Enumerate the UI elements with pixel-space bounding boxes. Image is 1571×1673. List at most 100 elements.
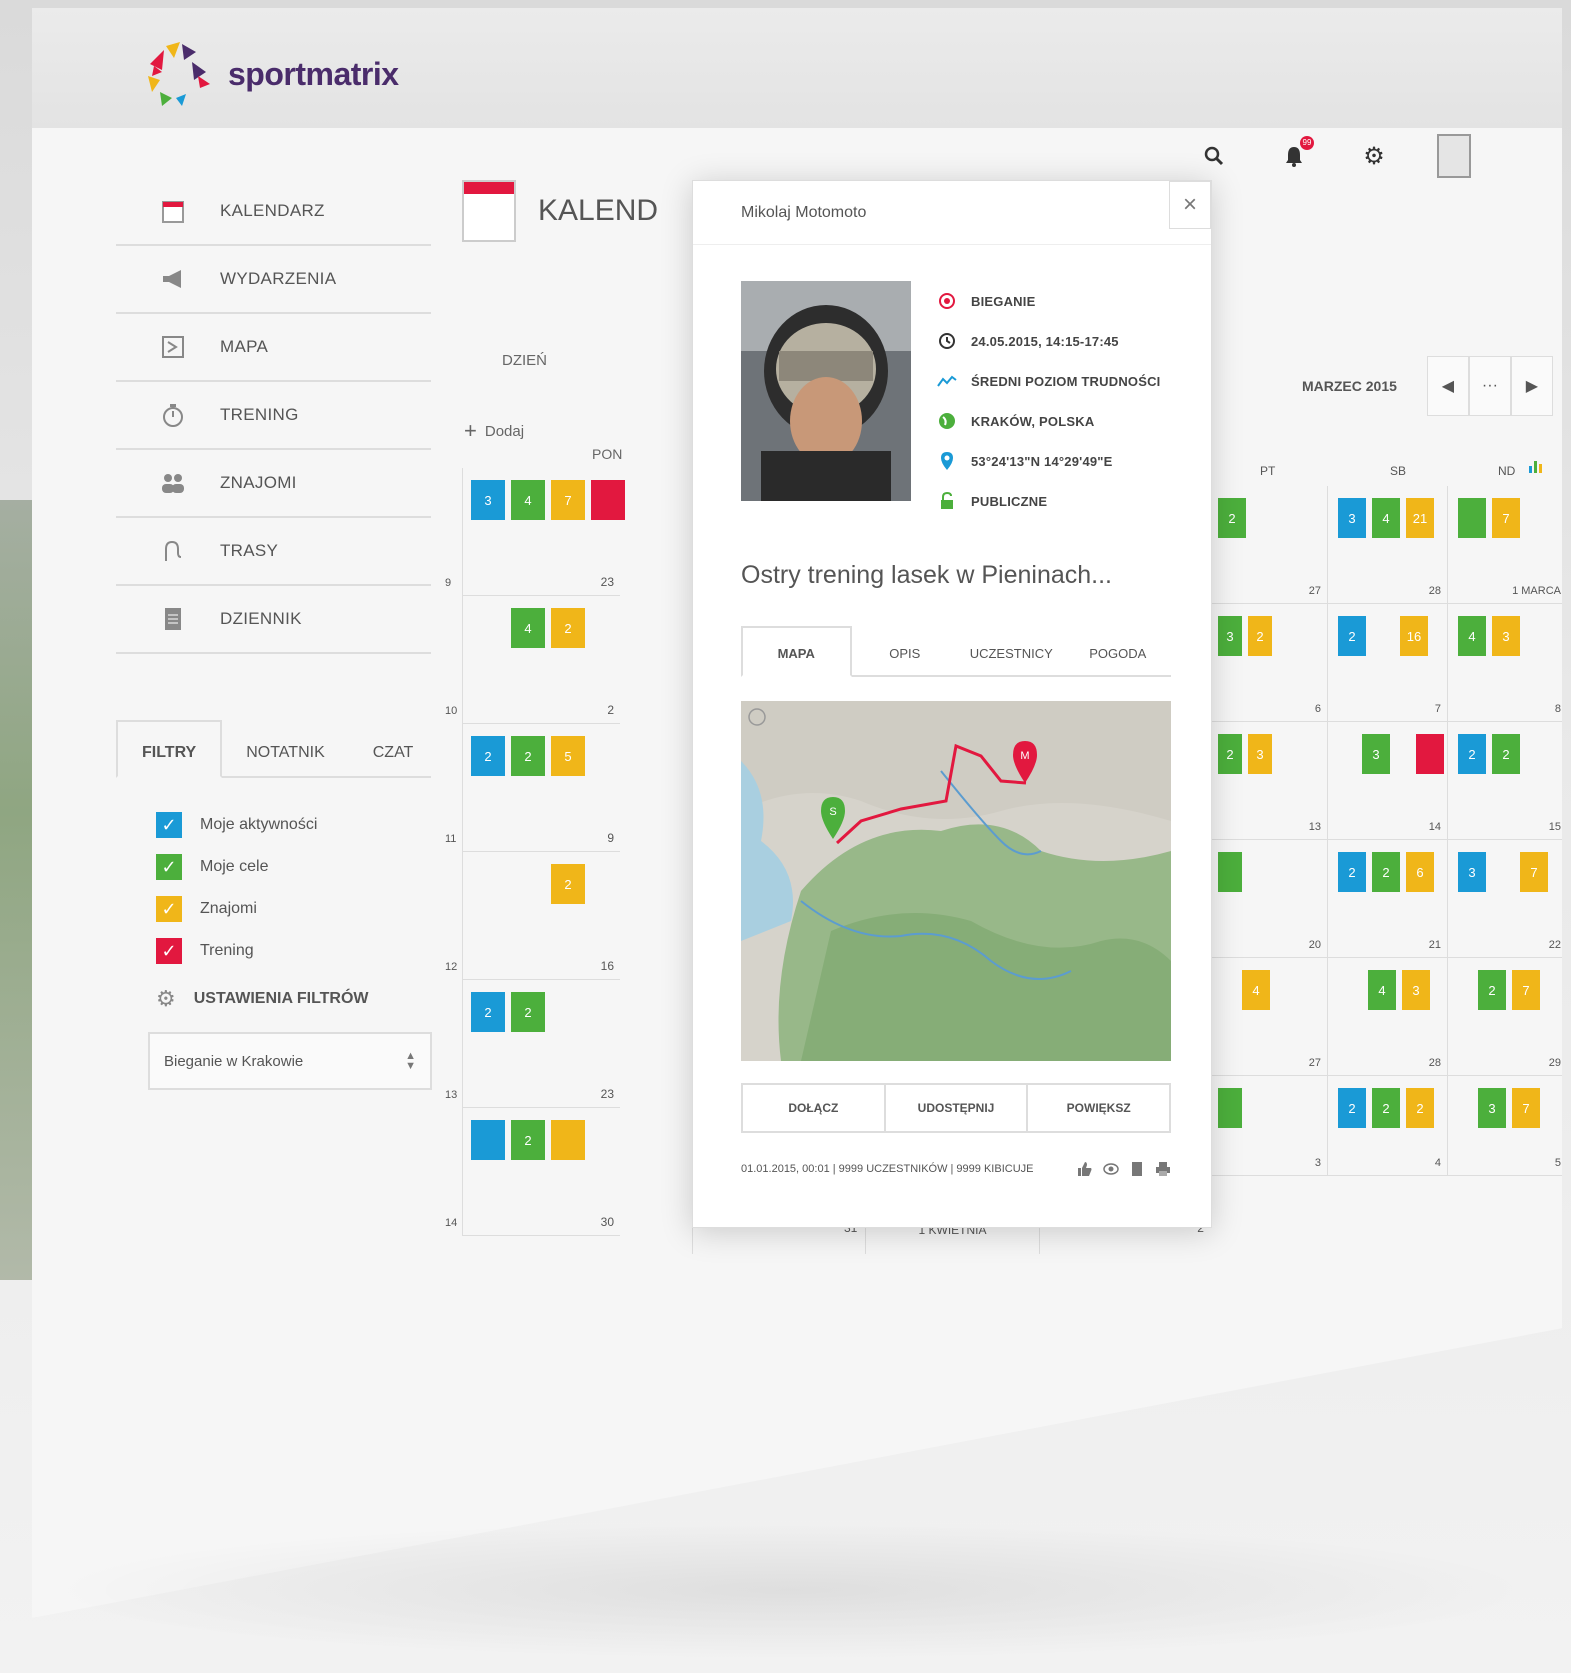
sidebar-item-mapa[interactable]: MAPA — [116, 314, 431, 382]
calendar-cell[interactable]: 3 14 — [1327, 722, 1447, 839]
calendar-cell[interactable]: 2 2 13 23 — [445, 980, 620, 1108]
calendar-cell[interactable]: 2 27 — [1207, 486, 1327, 603]
calendar-cell[interactable]: 2 16 7 — [1327, 604, 1447, 721]
join-button[interactable]: DOŁĄCZ — [743, 1085, 886, 1131]
event-chip[interactable]: 3 — [471, 480, 505, 520]
gear-icon[interactable]: ⚙ — [1356, 138, 1392, 174]
calendar-cell[interactable]: 43 8 — [1447, 604, 1562, 721]
event-chip[interactable]: 3 — [1402, 970, 1430, 1010]
tab-weather[interactable]: POGODA — [1065, 646, 1172, 675]
bell-icon[interactable]: 99 — [1276, 136, 1314, 174]
event-chip[interactable]: 3 — [1248, 734, 1272, 774]
brand-logo[interactable]: sportmatrix — [140, 36, 399, 112]
view-day-button[interactable]: DZIEŃ — [502, 352, 547, 369]
calendar-cell[interactable]: 222 4 — [1327, 1076, 1447, 1175]
event-chip[interactable] — [591, 480, 625, 520]
print-icon[interactable] — [1155, 1161, 1171, 1177]
chart-icon[interactable] — [1528, 458, 1544, 479]
event-chip[interactable]: 7 — [1512, 970, 1540, 1010]
event-chip[interactable] — [471, 1120, 505, 1160]
event-chip[interactable]: 2 — [1338, 852, 1366, 892]
calendar-cell[interactable]: 2 2 5 11 9 — [445, 724, 620, 852]
event-chip[interactable]: 2 — [551, 608, 585, 648]
tab-chat[interactable]: CZAT — [349, 744, 438, 776]
thumbs-up-icon[interactable] — [1077, 1161, 1093, 1177]
event-chip[interactable]: 4 — [511, 608, 545, 648]
add-event-button[interactable]: + Dodaj — [464, 418, 524, 444]
calendar-cell[interactable]: 3 7 22 — [1447, 840, 1562, 957]
calendar-cell[interactable]: 4 27 — [1207, 958, 1327, 1075]
event-chip[interactable]: 2 — [1248, 616, 1272, 656]
event-chip[interactable]: 3 — [1492, 616, 1520, 656]
event-chip[interactable]: 3 — [1458, 852, 1486, 892]
event-chip[interactable]: 2 — [471, 992, 505, 1032]
calendar-cell[interactable]: 2 2 15 — [1447, 722, 1562, 839]
calendar-cell[interactable]: 2 12 16 — [445, 852, 620, 980]
event-chip[interactable]: 3 — [1478, 1088, 1506, 1128]
calendar-cell[interactable]: 4 3 28 — [1327, 958, 1447, 1075]
sidebar-item-kalendarz[interactable]: KALENDARZ — [116, 178, 431, 246]
calendar-cell[interactable]: 2 3 13 — [1207, 722, 1327, 839]
event-chip[interactable]: 4 — [1372, 498, 1400, 538]
checkbox-checked-icon[interactable]: ✓ — [156, 938, 182, 964]
event-chip[interactable]: 7 — [1492, 498, 1520, 538]
event-chip[interactable]: 2 — [1458, 734, 1486, 774]
event-chip[interactable]: 7 — [551, 480, 585, 520]
event-chip[interactable] — [1416, 734, 1444, 774]
event-chip[interactable]: 6 — [1406, 852, 1434, 892]
event-chip[interactable]: 16 — [1400, 616, 1428, 656]
event-chip[interactable]: 4 — [1458, 616, 1486, 656]
calendar-cell[interactable]: 2 14 30 — [445, 1108, 620, 1236]
calendar-cell[interactable]: 20 — [1207, 840, 1327, 957]
filter-settings-link[interactable]: ⚙ USTAWIENIA FILTRÓW — [156, 986, 431, 1012]
event-chip[interactable]: 2 — [511, 736, 545, 776]
event-chip[interactable]: 4 — [511, 480, 545, 520]
filter-my-activities[interactable]: ✓ Moje aktywności — [156, 804, 431, 846]
tab-filters[interactable]: FILTRY — [116, 720, 223, 778]
calendar-cell[interactable]: 3 4 21 28 — [1327, 486, 1447, 603]
sidebar-item-wydarzenia[interactable]: WYDARZENIA — [116, 246, 431, 314]
event-chip[interactable]: 2 — [1478, 970, 1506, 1010]
expand-button[interactable]: POWIĘKSZ — [1028, 1085, 1169, 1131]
checkbox-checked-icon[interactable]: ✓ — [156, 896, 182, 922]
document-icon[interactable] — [1129, 1161, 1145, 1177]
sidebar-item-trening[interactable]: TRENING — [116, 382, 431, 450]
route-map[interactable]: S M — [741, 701, 1171, 1061]
tab-participants[interactable]: UCZESTNICY — [958, 646, 1065, 675]
event-chip[interactable]: 7 — [1520, 852, 1548, 892]
share-button[interactable]: UDOSTĘPNIJ — [886, 1085, 1029, 1131]
filter-my-goals[interactable]: ✓ Moje cele — [156, 846, 431, 888]
event-chip[interactable] — [551, 1120, 585, 1160]
event-chip[interactable]: 2 — [471, 736, 505, 776]
eye-icon[interactable] — [1103, 1161, 1119, 1177]
event-chip[interactable]: 2 — [551, 864, 585, 904]
prev-month-button[interactable]: ◀ — [1426, 356, 1469, 416]
event-chip[interactable]: 2 — [1372, 1088, 1400, 1128]
event-chip[interactable] — [1458, 498, 1486, 538]
search-icon[interactable] — [1196, 138, 1232, 174]
event-chip[interactable]: 3 — [1362, 734, 1390, 774]
event-chip[interactable]: 2 — [511, 992, 545, 1032]
filter-training[interactable]: ✓ Trening — [156, 930, 431, 972]
calendar-cell[interactable]: 3 — [1207, 1076, 1327, 1175]
tab-notes[interactable]: NOTATNIK — [222, 744, 349, 776]
event-chip[interactable]: 4 — [1242, 970, 1270, 1010]
calendar-cell[interactable]: 7 1 MARCA — [1447, 486, 1562, 603]
next-month-button[interactable]: ▶ — [1510, 356, 1553, 416]
tab-map[interactable]: MAPA — [741, 626, 852, 677]
calendar-cell[interactable]: 2 7 29 — [1447, 958, 1562, 1075]
event-chip[interactable]: 2 — [1492, 734, 1520, 774]
event-chip[interactable]: 5 — [551, 736, 585, 776]
calendar-cell[interactable]: 3 4 7 9 23 — [445, 468, 625, 596]
calendar-cell[interactable]: 32 6 — [1207, 604, 1327, 721]
event-chip[interactable]: 3 — [1338, 498, 1366, 538]
sidebar-item-trasy[interactable]: TRASY — [116, 518, 431, 586]
tab-description[interactable]: OPIS — [852, 646, 959, 675]
organizer-name[interactable]: Mikolaj Motomoto — [741, 204, 866, 222]
avatar[interactable] — [1436, 134, 1472, 178]
more-button[interactable]: ··· — [1468, 356, 1511, 416]
checkbox-checked-icon[interactable]: ✓ — [156, 812, 182, 838]
event-chip[interactable]: 2 — [1218, 498, 1246, 538]
event-chip[interactable]: 3 — [1218, 616, 1242, 656]
event-chip[interactable]: 2 — [1372, 852, 1400, 892]
